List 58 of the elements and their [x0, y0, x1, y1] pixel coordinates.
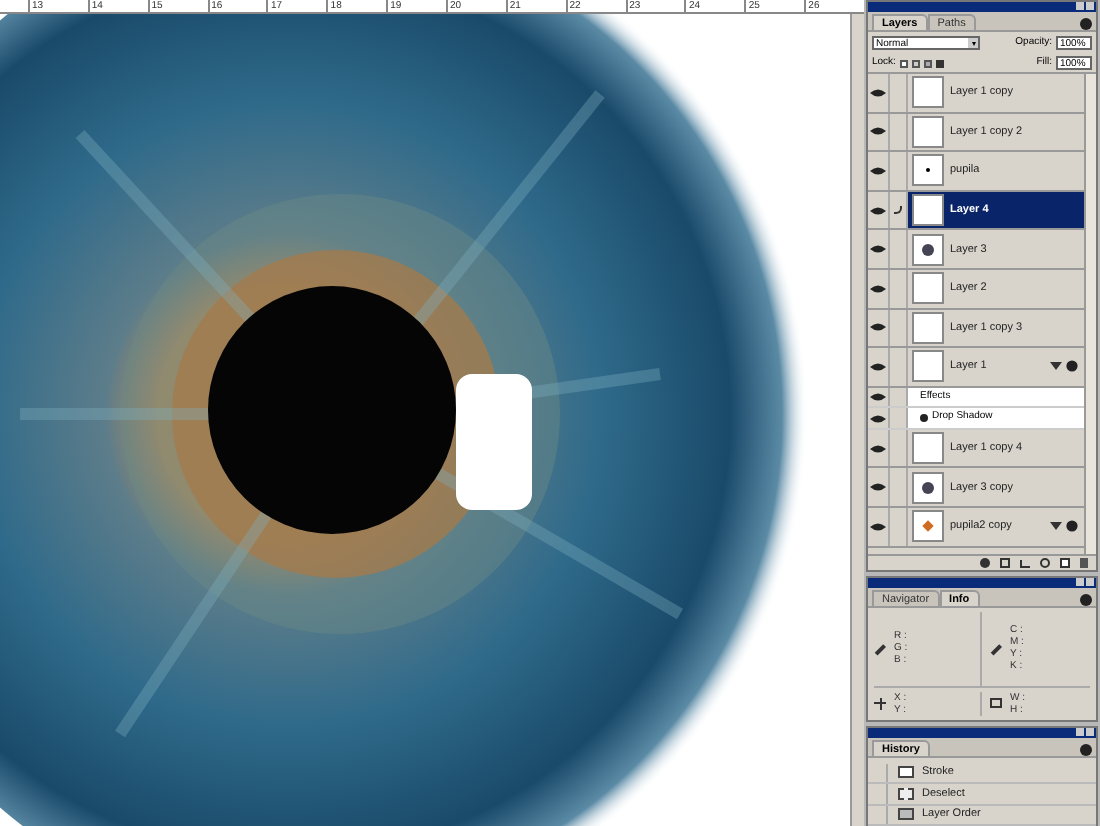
link-column-cell[interactable] [888, 468, 908, 506]
close-icon[interactable] [1086, 578, 1094, 587]
link-column-cell[interactable] [888, 230, 908, 268]
eyedropper-icon [990, 643, 1002, 655]
layer-thumbnail [912, 311, 944, 344]
layer-thumbnail [912, 115, 944, 148]
link-column-cell[interactable] [888, 269, 908, 308]
eye-icon[interactable] [870, 126, 886, 137]
effects-icon[interactable] [1050, 520, 1078, 533]
eye-icon[interactable] [870, 87, 886, 98]
adjustment-icon[interactable] [1040, 558, 1050, 569]
stroke-icon [898, 766, 914, 779]
marquee-icon [990, 698, 1002, 708]
eyedropper-icon [874, 643, 886, 655]
link-column-cell[interactable] [888, 309, 908, 347]
crosshair-icon [874, 697, 886, 709]
link-column-cell[interactable] [888, 507, 908, 546]
mask-icon[interactable] [1000, 558, 1010, 569]
caret-icon[interactable] [968, 38, 978, 48]
eye-icon[interactable] [870, 165, 886, 176]
link-column-cell[interactable] [888, 348, 908, 386]
eye-icon[interactable] [870, 361, 886, 372]
eye-icon[interactable] [870, 283, 886, 294]
layer-thumbnail [912, 471, 944, 504]
eye-icon[interactable] [870, 443, 886, 454]
new-layer-icon[interactable] [1060, 558, 1070, 569]
layer-thumbnail [912, 350, 944, 383]
layer-thumbnail [912, 432, 944, 465]
link-column-cell[interactable] [888, 113, 908, 151]
link-column-cell[interactable] [888, 74, 908, 112]
layer-thumbnail [912, 154, 944, 187]
lock-pixels-icon[interactable] [911, 59, 920, 67]
layer-thumbnail [912, 272, 944, 305]
panel-menu-icon[interactable] [1080, 594, 1092, 607]
effect-icon [920, 414, 928, 422]
eye-icon[interactable] [870, 244, 886, 255]
layer-thumbnail [912, 76, 944, 109]
brush-icon [894, 206, 902, 215]
layer-thumbnail [912, 233, 944, 266]
deselect-icon [898, 787, 914, 800]
panel-menu-icon[interactable] [1080, 18, 1092, 30]
link-column-cell[interactable] [888, 429, 908, 467]
layer-style-icon[interactable] [980, 558, 990, 569]
lock-all-icon[interactable] [935, 59, 944, 67]
scrollbar[interactable] [1084, 74, 1096, 555]
minimize-icon[interactable] [1076, 578, 1084, 587]
scrollbar[interactable] [850, 14, 864, 826]
eye-icon[interactable] [870, 205, 886, 216]
eye-icon[interactable] [870, 482, 886, 493]
link-column-cell[interactable] [888, 152, 908, 190]
layer-thumbnail [912, 194, 944, 227]
lock-transparency-icon[interactable] [899, 59, 908, 67]
layer-thumbnail [912, 510, 944, 543]
effects-icon[interactable] [1050, 360, 1078, 373]
lock-position-icon[interactable] [923, 59, 932, 67]
eye-icon[interactable] [870, 322, 886, 333]
panel-menu-icon[interactable] [1080, 743, 1092, 755]
eye-icon[interactable] [870, 521, 886, 532]
